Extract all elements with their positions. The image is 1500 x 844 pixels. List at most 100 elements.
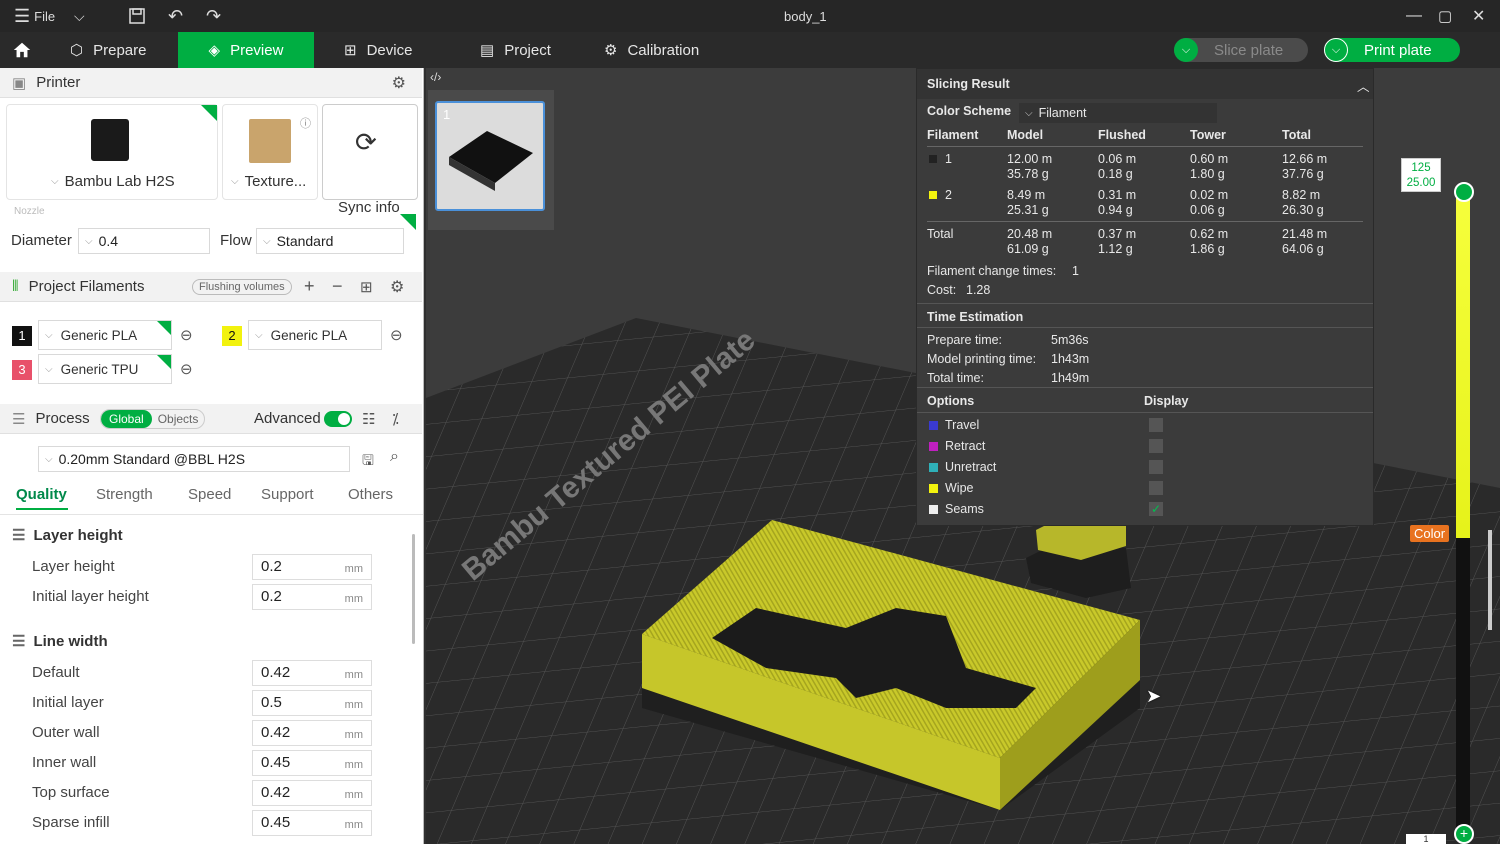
more-options-icon[interactable]: ⊖	[180, 360, 193, 378]
tab-preview[interactable]: ◈ Preview	[178, 32, 314, 68]
tab-strength[interactable]: Strength	[96, 486, 153, 503]
time-estimation-header: Time Estimation	[927, 310, 1024, 324]
setting-input[interactable]: 0.42 mm	[252, 720, 372, 746]
tab-others[interactable]: Others	[348, 486, 393, 503]
tab-quality[interactable]: Quality	[16, 486, 67, 503]
layer-top-height: 25.00	[1406, 177, 1436, 189]
filament-color-swatch[interactable]: 3	[12, 360, 32, 380]
filament-index: 2	[945, 188, 952, 202]
redo-icon[interactable]: ↷	[206, 0, 221, 32]
home-icon	[13, 42, 31, 58]
setting-input[interactable]: 0.2 mm	[252, 584, 372, 610]
sync-info-button[interactable]: ⟳ Sync info	[322, 104, 418, 216]
close-icon[interactable]: ✕	[1472, 0, 1485, 32]
filament-color-swatch[interactable]: 1	[12, 326, 32, 346]
scrollbar[interactable]	[412, 534, 415, 644]
objects-option[interactable]: Objects	[152, 410, 205, 428]
layer-bottom-readout: 1	[1406, 834, 1446, 844]
save-icon[interactable]	[128, 0, 146, 32]
more-options-icon[interactable]: ⊖	[180, 326, 193, 344]
color-button[interactable]: Color	[1410, 525, 1450, 542]
global-option[interactable]: Global	[101, 409, 152, 428]
printer-card[interactable]: ⌵ Bambu Lab H2S	[6, 104, 218, 200]
collapse-up-icon[interactable]: ︿	[1357, 76, 1370, 95]
nozzle-label: Nozzle	[14, 206, 45, 217]
chevron-down-icon: ⌵	[255, 329, 263, 341]
tab-project[interactable]: ▤ Project	[468, 32, 563, 68]
layer-slider-bottom-handle[interactable]: +	[1454, 824, 1474, 844]
color-scheme-select[interactable]: ⌵ Filament	[1019, 103, 1217, 123]
chevron-down-icon[interactable]: ⌵	[74, 0, 85, 32]
divider	[917, 387, 1373, 388]
collapse-panel-icon[interactable]: ‹/›	[430, 70, 441, 84]
tab-calibration[interactable]: ⚙ Calibration	[592, 32, 711, 68]
thumbnail-model-icon	[449, 131, 533, 191]
total-value: 0.62 m	[1190, 227, 1229, 241]
diameter-select[interactable]: ⌵ 0.4	[78, 228, 210, 254]
more-options-icon[interactable]: ⊖	[390, 326, 403, 344]
advanced-label: Advanced	[254, 410, 321, 427]
maximize-icon[interactable]: ▢	[1438, 0, 1452, 32]
setting-input[interactable]: 0.42 mm	[252, 780, 372, 806]
active-tab-indicator	[16, 508, 68, 510]
save-preset-icon[interactable]: 🖫	[362, 450, 374, 474]
total-value: 1.12 g	[1098, 242, 1133, 256]
setting-input[interactable]: 0.45 mm	[252, 810, 372, 836]
chevron-down-icon[interactable]: ⌵	[1324, 38, 1348, 62]
line-width-group: ☰ Line width	[12, 632, 108, 651]
option-display-checkbox[interactable]	[1149, 439, 1163, 453]
total-value: 1.86 g	[1190, 242, 1225, 256]
setting-input[interactable]: 0.5 mm	[252, 690, 372, 716]
option-display-checkbox[interactable]	[1149, 481, 1163, 495]
setting-value: 0.45	[261, 754, 291, 771]
usage-value: 0.18 g	[1098, 167, 1133, 181]
tab-prepare[interactable]: ⬡ Prepare	[58, 32, 178, 68]
add-icon[interactable]: +	[304, 276, 315, 297]
remove-icon[interactable]: −	[332, 276, 343, 297]
global-objects-toggle[interactable]: Global Objects	[100, 408, 206, 429]
setting-input[interactable]: 0.45 mm	[252, 750, 372, 776]
home-tab[interactable]	[0, 32, 44, 68]
setting-input[interactable]: 0.42 mm	[252, 660, 372, 686]
list-icon[interactable]: ☷	[362, 410, 375, 428]
search-icon[interactable]: ⌕	[390, 448, 399, 466]
filament-select[interactable]: ⌵ Generic PLA	[38, 320, 172, 350]
undo-icon[interactable]: ↶	[168, 0, 183, 32]
gear-icon[interactable]: ⚙	[392, 73, 406, 93]
print-plate-button[interactable]: ⌵ Print plate	[1324, 38, 1460, 62]
layer-slider-top-handle[interactable]	[1454, 182, 1474, 202]
menu-button[interactable]: ☰ File	[14, 0, 55, 32]
flow-select[interactable]: ⌵ Standard	[256, 228, 404, 254]
plate-thumbnail-1[interactable]: 1	[435, 101, 545, 211]
setting-input[interactable]: 0.2 mm	[252, 554, 372, 580]
slice-plate-button[interactable]: ⌵ Slice plate	[1174, 38, 1308, 62]
option-color-swatch	[929, 505, 938, 514]
filament-select[interactable]: ⌵ Generic PLA	[248, 320, 382, 350]
process-preset-select[interactable]: ⌵ 0.20mm Standard @BBL H2S	[38, 446, 350, 472]
sync-filament-icon[interactable]: ⊞	[360, 278, 373, 296]
project-icon: ▤	[480, 42, 495, 59]
filament-color-swatch[interactable]: 2	[222, 326, 242, 346]
gear-icon[interactable]: ⚙	[390, 277, 404, 297]
selected-corner-icon	[157, 355, 171, 369]
filament-select[interactable]: ⌵ Generic TPU	[38, 354, 172, 384]
chevron-down-icon[interactable]: ⌵	[1174, 38, 1198, 62]
layer-slider-track[interactable]	[1456, 190, 1470, 834]
tab-device[interactable]: ⊞ Device	[332, 32, 424, 68]
tab-support[interactable]: Support	[261, 486, 314, 503]
info-icon[interactable]: ⓘ	[300, 115, 311, 131]
compare-icon[interactable]: ⁒	[392, 410, 399, 428]
option-display-checkbox[interactable]	[1149, 418, 1163, 432]
tab-device-label: Device	[366, 41, 413, 59]
option-display-checkbox[interactable]: ✓	[1149, 502, 1163, 516]
time-value: 5m36s	[1051, 333, 1089, 347]
minimize-icon[interactable]: —	[1406, 0, 1422, 32]
divider	[927, 146, 1363, 147]
flushing-volumes-button[interactable]: Flushing volumes	[192, 278, 292, 295]
layer-top-readout: 125 25.00	[1401, 158, 1441, 192]
tab-speed[interactable]: Speed	[188, 486, 231, 503]
slice-plate-label: Slice plate	[1214, 41, 1284, 59]
plate-card[interactable]: ⓘ ⌵ Texture...	[222, 104, 318, 200]
advanced-toggle[interactable]	[324, 410, 352, 427]
option-display-checkbox[interactable]	[1149, 460, 1163, 474]
